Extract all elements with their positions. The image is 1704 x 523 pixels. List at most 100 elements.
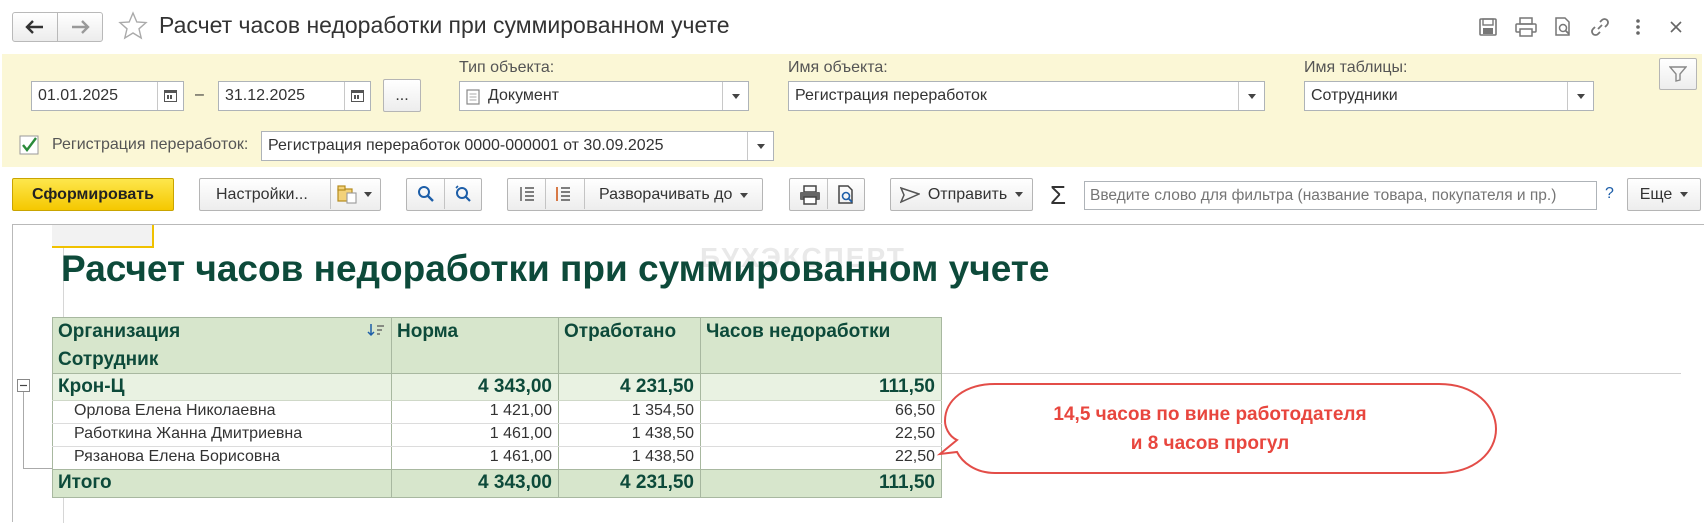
group-shortfall[interactable]: 111,50 xyxy=(700,373,941,400)
print-group xyxy=(789,178,865,211)
sort-icon[interactable] xyxy=(367,323,385,337)
registration-label: Регистрация переработок: xyxy=(52,136,249,153)
expand-all-button[interactable] xyxy=(554,185,572,208)
group-norm[interactable]: 4 343,00 xyxy=(391,373,558,400)
table-row-name[interactable]: Орлова Елена Николаевна xyxy=(52,400,391,423)
document-icon xyxy=(466,89,480,105)
generate-button[interactable]: Сформировать xyxy=(12,178,174,211)
calendar-from-button[interactable] xyxy=(157,82,183,110)
send-icon xyxy=(899,186,920,203)
table-name-field[interactable]: Сотрудники xyxy=(1304,81,1594,111)
filter-settings-button[interactable] xyxy=(1659,58,1697,90)
header-employee[interactable]: Сотрудник xyxy=(52,345,391,373)
help-link[interactable]: ? xyxy=(1605,185,1614,203)
date-range-dash: – xyxy=(195,86,204,103)
table-name-label: Имя таблицы: xyxy=(1304,59,1408,76)
send-button[interactable]: Отправить xyxy=(890,178,1033,211)
search-button[interactable] xyxy=(417,185,435,208)
folder-icon xyxy=(337,185,357,204)
window-title: Расчет часов недоработки при суммированн… xyxy=(159,12,730,38)
object-type-field[interactable]: Документ xyxy=(459,81,749,111)
more-button[interactable]: Еще xyxy=(1627,178,1701,211)
object-type-label: Тип объекта: xyxy=(459,59,555,76)
search-icon xyxy=(418,186,434,202)
print-preview-button[interactable] xyxy=(836,185,856,210)
settings-button-group: Настройки... xyxy=(199,178,381,211)
object-name-dropdown[interactable] xyxy=(1238,82,1264,110)
collapse-group-button[interactable] xyxy=(17,379,30,392)
tree-line xyxy=(23,392,24,468)
table-row-norm[interactable]: 1 461,00 xyxy=(391,423,558,446)
group-worked[interactable]: 4 231,50 xyxy=(558,373,700,400)
filter-search-input[interactable] xyxy=(1085,182,1596,209)
group-org-name[interactable]: Крон-Ц xyxy=(52,373,391,400)
printer-icon xyxy=(800,185,820,205)
collapse-list-icon xyxy=(520,187,534,201)
table-row-worked[interactable]: 1 438,50 xyxy=(558,446,700,469)
expand-group: Разворачивать до xyxy=(507,178,763,211)
print-icon[interactable] xyxy=(1514,15,1538,39)
total-label[interactable]: Итого xyxy=(52,469,391,497)
object-type-dropdown[interactable] xyxy=(722,82,748,110)
active-cell-marker xyxy=(52,225,154,248)
more-vertical-icon[interactable] xyxy=(1626,15,1650,39)
total-worked[interactable]: 4 231,50 xyxy=(558,469,700,497)
settings-button[interactable]: Настройки... xyxy=(216,186,308,204)
calendar-icon xyxy=(351,90,364,102)
print-button[interactable] xyxy=(799,185,821,210)
minus-icon xyxy=(20,384,27,387)
tree-line xyxy=(23,468,52,469)
collapse-all-button[interactable] xyxy=(518,185,536,208)
arrow-right-icon xyxy=(72,20,90,34)
save-icon[interactable] xyxy=(1476,15,1500,39)
table-row-name[interactable]: Рязанова Елена Борисовна xyxy=(52,446,391,469)
registration-dropdown[interactable] xyxy=(747,132,773,160)
registration-field[interactable]: Регистрация переработок 0000-000001 от 3… xyxy=(261,131,774,161)
table-row-worked[interactable]: 1 438,50 xyxy=(558,423,700,446)
object-name-label: Имя объекта: xyxy=(788,59,888,76)
table-row-worked[interactable]: 1 354,50 xyxy=(558,400,700,423)
back-button[interactable] xyxy=(12,12,58,42)
expand-list-icon xyxy=(556,187,570,201)
total-norm[interactable]: 4 343,00 xyxy=(391,469,558,497)
header-norm[interactable]: Норма xyxy=(391,317,558,373)
callout-line-1: 14,5 часов по вине работодателя xyxy=(1053,404,1367,425)
header-shortfall[interactable]: Часов недоработки xyxy=(700,317,941,373)
calendar-icon xyxy=(164,90,177,102)
checkmark-icon xyxy=(19,135,39,155)
table-row-shortfall[interactable]: 22,50 xyxy=(700,446,941,469)
preview-icon[interactable] xyxy=(1551,15,1575,39)
table-row-shortfall[interactable]: 22,50 xyxy=(700,423,941,446)
header-worked[interactable]: Отработано xyxy=(558,317,700,373)
calendar-to-button[interactable] xyxy=(344,82,370,110)
object-name-field[interactable]: Регистрация переработок xyxy=(788,81,1265,111)
expand-to-button[interactable]: Разворачивать до xyxy=(599,186,749,204)
funnel-icon xyxy=(1669,66,1687,82)
favorite-star-icon[interactable] xyxy=(118,11,148,45)
close-icon[interactable] xyxy=(1664,15,1688,39)
table-row-norm[interactable]: 1 421,00 xyxy=(391,400,558,423)
period-select-button[interactable]: ... xyxy=(383,79,421,112)
header-org[interactable]: Организация xyxy=(52,317,391,345)
table-row-shortfall[interactable]: 66,50 xyxy=(700,400,941,423)
table-name-dropdown[interactable] xyxy=(1567,82,1593,110)
sum-icon[interactable]: Σ xyxy=(1050,180,1066,211)
date-from-field[interactable]: 01.01.2025 xyxy=(31,81,184,111)
search-group xyxy=(406,178,482,211)
callout-text: 14,5 часов по вине работодателя и 8 часо… xyxy=(1010,400,1410,458)
callout-line-2: и 8 часов прогул xyxy=(1130,433,1290,454)
arrow-left-icon xyxy=(25,20,43,34)
print-preview-icon xyxy=(838,185,853,204)
variants-button[interactable] xyxy=(336,184,372,204)
link-icon[interactable] xyxy=(1588,15,1612,39)
filter-search-field[interactable] xyxy=(1084,181,1597,210)
forward-button[interactable] xyxy=(57,12,103,42)
report-title: Расчет часов недоработки при суммированн… xyxy=(61,248,1050,289)
search-next-button[interactable] xyxy=(453,185,473,208)
total-shortfall[interactable]: 111,50 xyxy=(700,469,941,497)
search-next-icon xyxy=(455,185,471,202)
table-row-name[interactable]: Работкина Жанна Дмитриевна xyxy=(52,423,391,446)
registration-checkbox[interactable] xyxy=(19,135,39,159)
date-to-field[interactable]: 31.12.2025 xyxy=(218,81,371,111)
table-row-norm[interactable]: 1 461,00 xyxy=(391,446,558,469)
